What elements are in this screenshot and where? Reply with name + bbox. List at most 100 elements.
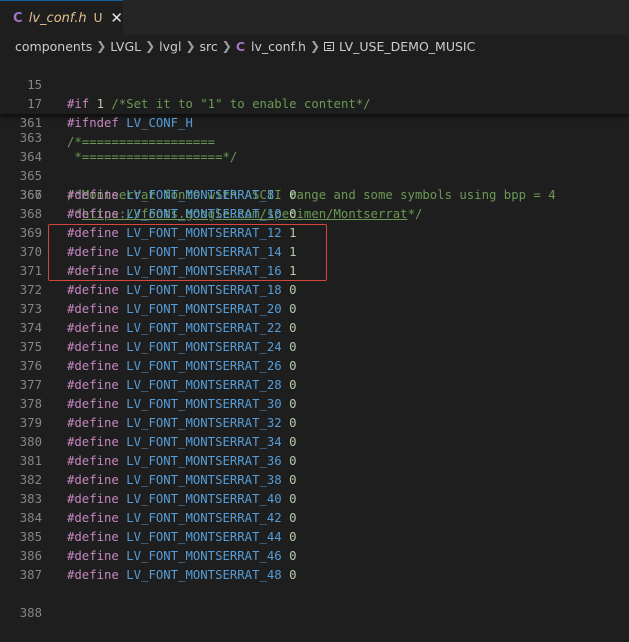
code-line[interactable]: 376 #define LV_FONT_MONTSERRAT_26 0 [0,357,629,376]
code-line[interactable]: 386 #define LV_FONT_MONTSERRAT_46 0 [0,547,629,566]
breadcrumb-item-lvgl-upper[interactable]: LVGL [110,39,141,54]
line-number: 378 [19,397,42,411]
code-text: #define LV_FONT_MONTSERRAT_32 0 [67,414,297,433]
code-line[interactable]: 373 #define LV_FONT_MONTSERRAT_20 0 [0,300,629,319]
preprocessor-keyword: #define [67,511,119,525]
macro-name: LV_FONT_MONTSERRAT_38 [118,473,282,487]
breadcrumb-item-components[interactable]: components [15,39,92,54]
code-text: #define LV_FONT_MONTSERRAT_8 0 [67,186,297,205]
number-literal: 0 [289,511,297,525]
code-text: #define LV_FONT_MONTSERRAT_28 0 [67,376,297,395]
sticky-line[interactable]: 17 #ifndef LV_CONF_H [0,76,629,130]
code-editor[interactable]: 15 #if 1 /*Set it to "1" to enable conte… [0,57,629,620]
line-number: 386 [19,549,42,563]
c-file-icon: C [13,10,23,26]
number-literal: 0 [289,283,297,297]
breadcrumb-item-symbol[interactable]: LV_USE_DEMO_MUSIC [339,39,475,54]
line-number: 371 [19,264,42,278]
code-line[interactable]: 379 #define LV_FONT_MONTSERRAT_32 0 [0,414,629,433]
sticky-line[interactable]: 361 /*================== [0,95,629,149]
number-literal: 0 [289,359,297,373]
code-text: #define LV_FONT_MONTSERRAT_24 0 [67,338,297,357]
code-line[interactable]: 375 #define LV_FONT_MONTSERRAT_24 0 [0,338,629,357]
line-number: 383 [19,492,42,506]
preprocessor-keyword: #define [67,454,119,468]
chevron-right-icon: ❯ [185,39,196,53]
line-number: 379 [19,416,42,430]
code-line[interactable]: 385 #define LV_FONT_MONTSERRAT_44 0 [0,528,629,547]
code-text: #define LV_FONT_MONTSERRAT_30 0 [67,395,297,414]
code-text: #define LV_FONT_MONTSERRAT_46 0 [67,547,297,566]
code-line[interactable]: 388 [0,585,629,620]
close-icon[interactable]: ✕ [110,10,123,26]
code-line[interactable]: 372 #define LV_FONT_MONTSERRAT_18 0 [0,281,629,300]
sticky-scroll-header[interactable]: 15 #if 1 /*Set it to "1" to enable conte… [0,57,629,149]
code-line[interactable]: 384 #define LV_FONT_MONTSERRAT_42 0 [0,509,629,528]
code-line[interactable]: 374 #define LV_FONT_MONTSERRAT_22 0 [0,319,629,338]
chevron-right-icon: ❯ [221,39,232,53]
code-line[interactable]: 383 #define LV_FONT_MONTSERRAT_40 0 [0,490,629,509]
preprocessor-keyword: #define [67,568,119,582]
code-line[interactable]: 366 *https://fonts.google.com/specimen/M… [0,167,629,221]
line-number: 361 [19,116,42,130]
c-file-icon: C [235,38,245,54]
sticky-line[interactable]: 15 #if 1 /*Set it to "1" to enable conte… [0,57,629,111]
macro-name: LV_FONT_MONTSERRAT_20 [118,302,282,316]
breadcrumb-item-file[interactable]: lv_conf.h [251,39,306,54]
macro-name: LV_FONT_MONTSERRAT_48 [118,568,282,582]
number-literal: 0 [289,416,297,430]
tab-lv-conf-h[interactable]: C lv_conf.h U ✕ [0,0,123,35]
line-number: 370 [19,245,42,259]
line-number: 376 [19,359,42,373]
symbol-constant-icon [324,41,335,51]
tab-filename: lv_conf.h [28,10,87,26]
code-line[interactable]: 382 #define LV_FONT_MONTSERRAT_38 0 [0,471,629,490]
preprocessor-keyword: #define [67,378,119,392]
code-line[interactable]: 380 #define LV_FONT_MONTSERRAT_34 0 [0,433,629,452]
preprocessor-keyword: #define [67,207,119,221]
preprocessor-keyword: #define [67,283,119,297]
code-text: /*================== [67,133,215,152]
preprocessor-keyword: #define [67,359,119,373]
line-number: 384 [19,511,42,525]
macro-name: LV_FONT_MONTSERRAT_18 [118,283,282,297]
number-literal: 0 [289,435,297,449]
code-line[interactable]: 387 #define LV_FONT_MONTSERRAT_48 0 [0,566,629,585]
line-number: 385 [19,530,42,544]
line-number: 374 [19,321,42,335]
breadcrumb-item-src[interactable]: src [200,39,218,54]
code-text: #define LV_FONT_MONTSERRAT_26 0 [67,357,297,376]
breadcrumb-item-lvgl[interactable]: lvgl [159,39,181,54]
highlight-annotation-box [48,224,327,281]
line-number: 382 [19,473,42,487]
chevron-right-icon: ❯ [309,39,321,53]
code-line[interactable]: 367 #define LV_FONT_MONTSERRAT_8 0 [0,186,629,205]
line-number: 373 [19,302,42,316]
macro-name: LV_FONT_MONTSERRAT_24 [118,340,282,354]
line-number: 381 [19,454,42,468]
code-text: #ifndef LV_CONF_H [67,114,193,133]
preprocessor-keyword: #define [67,188,119,202]
line-number: 369 [19,226,42,240]
preprocessor-keyword: #define [67,340,119,354]
code-line[interactable]: 368 #define LV_FONT_MONTSERRAT_10 0 [0,205,629,224]
code-line[interactable]: 377 #define LV_FONT_MONTSERRAT_28 0 [0,376,629,395]
macro-name: LV_FONT_MONTSERRAT_26 [118,359,282,373]
code-text: #define LV_FONT_MONTSERRAT_40 0 [67,490,297,509]
number-literal: 0 [289,549,297,563]
macro-name: LV_FONT_MONTSERRAT_42 [118,511,282,525]
macro-name: LV_FONT_MONTSERRAT_36 [118,454,282,468]
code-line[interactable]: 378 #define LV_FONT_MONTSERRAT_30 0 [0,395,629,414]
line-number: 380 [19,435,42,449]
code-line[interactable]: 381 #define LV_FONT_MONTSERRAT_36 0 [0,452,629,471]
line-number: 388 [19,606,42,620]
code-text: #define LV_FONT_MONTSERRAT_42 0 [67,509,297,528]
